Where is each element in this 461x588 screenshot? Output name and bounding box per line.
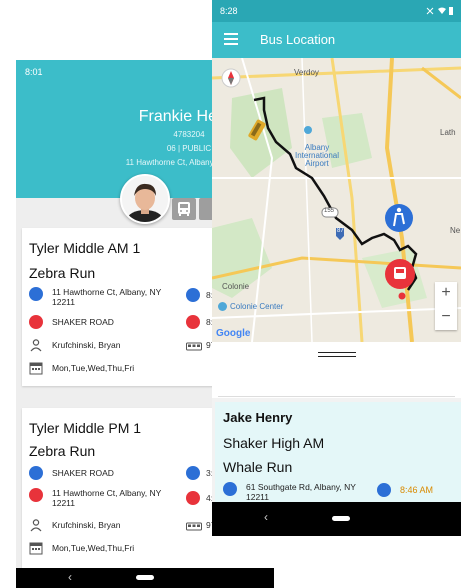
status-icons: [426, 7, 453, 15]
status-time: 8:28: [220, 6, 238, 16]
zoom-out-button[interactable]: −: [435, 306, 457, 330]
map-label: 155: [324, 208, 335, 214]
pickup-stop: SHAKER ROAD: [29, 466, 114, 480]
days-row: Mon,Tue,Wed,Thu,Fri: [29, 361, 134, 375]
pickup-address: 11 Hawthorne Ct, Albany, NY 12211: [52, 287, 162, 307]
bus-map[interactable]: Verdoy Albany International Airport Lath…: [212, 58, 461, 342]
clock-icon: [186, 288, 200, 302]
airport-label: Albany International Airport: [294, 143, 340, 168]
nav-back-button[interactable]: ‹: [68, 570, 72, 584]
navigation-bar: ‹: [212, 502, 461, 536]
route-title: Tyler Middle AM 1: [29, 240, 141, 256]
google-logo: Google: [216, 328, 251, 339]
page-title: Bus Location: [260, 32, 336, 47]
pickup-icon: [223, 482, 237, 496]
app-bar: Bus Location: [212, 22, 461, 58]
menu-icon[interactable]: [224, 33, 238, 45]
map-label: 87: [337, 228, 344, 234]
driver-name: Krufchinski, Bryan: [52, 520, 121, 530]
screenshot-stage: 8:01 Frankie Henry 4783204 06 | PUBLIC 1…: [0, 0, 461, 588]
map-label: Colonie: [222, 282, 250, 291]
route-title: Shaker High AM: [223, 435, 325, 451]
zoom-in-button[interactable]: +: [435, 282, 457, 306]
pickup-icon: [29, 287, 43, 301]
clock-icon: [186, 491, 200, 505]
calendar-icon: [29, 361, 43, 375]
status-bar: 8:28: [212, 0, 461, 22]
route-name: Whale Run: [223, 459, 293, 475]
drag-handle[interactable]: [212, 342, 461, 368]
bus-stop-icon: [29, 488, 43, 502]
days-row: Mon,Tue,Wed,Thu,Fri: [29, 541, 134, 555]
driver-name: Krufchinski, Bryan: [52, 340, 121, 350]
clock-icon: [186, 466, 200, 480]
dropoff-stop: SHAKER ROAD: [29, 315, 114, 329]
pickup-time-row: 8:46 AM: [377, 483, 433, 497]
back-navigation-bar: ‹: [16, 568, 274, 588]
student-route-card[interactable]: Jake Henry Shaker High AM Whale Run 61 S…: [215, 402, 461, 506]
clock-icon: [186, 315, 200, 329]
map-label: Ne: [450, 226, 461, 235]
route-name: Zebra Run: [29, 443, 96, 459]
pickup-address: SHAKER ROAD: [52, 468, 114, 478]
bus-icon: [178, 202, 190, 216]
bus-number-icon: [186, 519, 202, 531]
driver-row: Krufchinski, Bryan: [29, 518, 121, 532]
route-name: Zebra Run: [29, 265, 96, 281]
bus-view-button[interactable]: [172, 198, 196, 220]
pickup-address: 61 Southgate Rd, Albany, NY 12211: [246, 482, 356, 502]
avatar[interactable]: [120, 174, 170, 224]
person-icon: [29, 518, 43, 532]
map-label: Lath: [440, 128, 456, 137]
pickup-time: 8:46 AM: [400, 485, 434, 495]
map-label: Colonie Center: [230, 302, 284, 311]
route-title: Tyler Middle PM 1: [29, 420, 142, 436]
service-days: Mon,Tue,Wed,Thu,Fri: [52, 363, 135, 373]
student-name: Jake Henry: [223, 410, 293, 425]
bus-number-icon: [186, 339, 202, 351]
bus-stop-icon: [29, 315, 43, 329]
nav-home-button[interactable]: [332, 516, 350, 521]
nav-home-button[interactable]: [136, 575, 154, 580]
calendar-icon: [29, 541, 43, 555]
shopping-pin-icon: [218, 302, 227, 311]
pickup-icon: [29, 466, 43, 480]
sheet-spacer: [212, 368, 461, 398]
service-days: Mon,Tue,Wed,Thu,Fri: [52, 543, 135, 553]
status-time: 8:01: [25, 67, 43, 77]
person-icon: [29, 338, 43, 352]
driver-row: Krufchinski, Bryan: [29, 338, 121, 352]
pickup-stop: 11 Hawthorne Ct, Albany, NY 12211: [29, 287, 179, 307]
dropoff-address: SHAKER ROAD: [52, 317, 114, 327]
dropoff-address: 11 Hawthorne Ct, Albany, NY 12211: [52, 488, 162, 508]
pickup-stop: 61 Southgate Rd, Albany, NY 12211: [223, 482, 373, 502]
bus-location-screen: 8:28 Bus Location Verdoy Albany Internat…: [212, 0, 461, 536]
map-label: Verdoy: [294, 68, 319, 77]
zoom-controls: + −: [435, 282, 457, 330]
dropoff-stop: 11 Hawthorne Ct, Albany, NY 12211: [29, 488, 179, 508]
clock-icon: [377, 483, 391, 497]
nav-back-button[interactable]: ‹: [264, 510, 268, 524]
